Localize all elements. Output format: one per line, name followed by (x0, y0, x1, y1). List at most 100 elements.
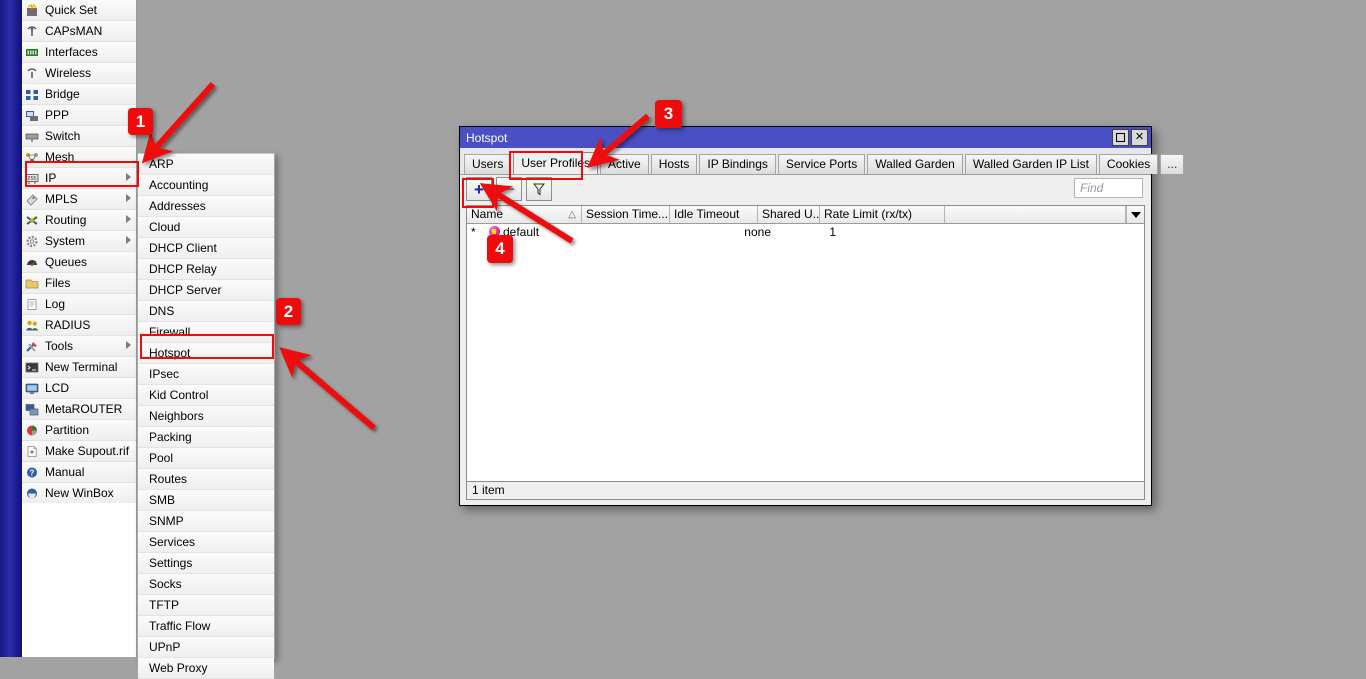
mesh-icon (25, 150, 41, 164)
menu-item-label: New WinBox (45, 486, 114, 500)
menu-item-interfaces[interactable]: Interfaces (22, 42, 136, 63)
tab-users[interactable]: Users (464, 154, 512, 174)
ip-submenu-item-pool[interactable]: Pool (138, 448, 274, 469)
column-header-shared-u[interactable]: Shared U... (758, 206, 820, 223)
menu-item-label: Log (45, 297, 66, 311)
menu-item-routing[interactable]: Routing (22, 210, 136, 231)
ip-submenu-item-firewall[interactable]: Firewall (138, 322, 274, 343)
menu-item-manual[interactable]: ? Manual (22, 462, 136, 483)
tab-active[interactable]: Active (600, 154, 649, 174)
menu-item-log[interactable]: Log (22, 294, 136, 315)
column-header-rate-limit-rx-tx[interactable]: Rate Limit (rx/tx) (820, 206, 945, 223)
lcd-monitor-icon (25, 381, 41, 395)
minus-icon (504, 188, 514, 190)
ip-submenu-item-services[interactable]: Services (138, 532, 274, 553)
menu-item-label: Bridge (45, 87, 80, 101)
column-header-session-time[interactable]: Session Time... (582, 206, 670, 223)
ip-submenu-item-routes[interactable]: Routes (138, 469, 274, 490)
hotspot-titlebar[interactable]: Hotspot ✕ (460, 127, 1151, 148)
make-supout-icon (25, 444, 41, 458)
ip-submenu-item-hotspot[interactable]: Hotspot (138, 343, 274, 364)
sort-ascending-icon: △ (568, 209, 576, 220)
ip-submenu-item-dns[interactable]: DNS (138, 301, 274, 322)
menu-item-label: CAPsMAN (45, 24, 103, 38)
ip-submenu-item-ipsec[interactable]: IPsec (138, 364, 274, 385)
ip-submenu-item-dhcp-relay[interactable]: DHCP Relay (138, 259, 274, 280)
ip-submenu-item-dhcp-client[interactable]: DHCP Client (138, 238, 274, 259)
ip-submenu-item-upnp[interactable]: UPnP (138, 637, 274, 658)
menu-item-new-winbox[interactable]: New WinBox (22, 483, 136, 504)
menu-item-system[interactable]: System (22, 231, 136, 252)
ip-submenu-item-packing[interactable]: Packing (138, 427, 274, 448)
ip-submenu-item-snmp[interactable]: SNMP (138, 511, 274, 532)
log-icon (25, 297, 41, 311)
menu-item-mpls[interactable]: MPLS (22, 189, 136, 210)
tab-service-ports[interactable]: Service Ports (777, 154, 866, 174)
add-profile-button[interactable]: + (466, 177, 492, 201)
switch-icon (25, 129, 41, 143)
ip-submenu-item-dhcp-server[interactable]: DHCP Server (138, 280, 274, 301)
column-header-idle-timeout[interactable]: Idle Timeout (670, 206, 758, 223)
bridge-icon (25, 87, 41, 101)
ip-submenu-item-traffic-flow[interactable]: Traffic Flow (138, 616, 274, 637)
tab-user-profiles[interactable]: User Profiles (513, 152, 599, 174)
tab-[interactable]: ... (1160, 154, 1185, 174)
menu-item-ppp[interactable]: PPP (22, 105, 136, 126)
filter-button[interactable] (526, 177, 552, 201)
find-input[interactable]: Find (1074, 178, 1143, 198)
tab-ip-bindings[interactable]: IP Bindings (699, 154, 776, 174)
menu-item-lcd[interactable]: LCD (22, 378, 136, 399)
menu-item-radius[interactable]: RADIUS (22, 315, 136, 336)
column-chooser-button[interactable] (1126, 206, 1144, 223)
menu-item-wireless[interactable]: Wireless (22, 63, 136, 84)
maximize-button[interactable] (1112, 129, 1129, 146)
ip-submenu-item-tftp[interactable]: TFTP (138, 595, 274, 616)
tab-walled-garden[interactable]: Walled Garden (867, 154, 963, 174)
ip-submenu-item-addresses[interactable]: Addresses (138, 196, 274, 217)
menu-item-label: Wireless (45, 66, 92, 80)
menu-item-mesh[interactable]: Mesh (22, 147, 136, 168)
column-header-name[interactable]: Name △ (467, 206, 582, 223)
menu-item-label: RADIUS (45, 318, 91, 332)
tab-cookies[interactable]: Cookies (1098, 154, 1159, 174)
ip-submenu-item-kid-control[interactable]: Kid Control (138, 385, 274, 406)
main-menu: Quick Set CAPsMAN Interfaces Wireless Bridge… (22, 0, 137, 525)
menu-item-new-terminal[interactable]: New Terminal (22, 357, 136, 378)
menu-item-switch[interactable]: Switch (22, 126, 136, 147)
menu-item-tools[interactable]: Tools (22, 336, 136, 357)
menu-item-make-supout-rif[interactable]: Make Supout.rif (22, 441, 136, 462)
ip-submenu-item-neighbors[interactable]: Neighbors (138, 406, 274, 427)
menu-item-label: PPP (45, 108, 70, 122)
ip-submenu-item-web-proxy[interactable]: Web Proxy (138, 658, 274, 679)
menu-item-label: Interfaces (45, 45, 98, 59)
menu-item-capsman[interactable]: CAPsMAN (22, 21, 136, 42)
menu-item-label: Partition (45, 423, 90, 437)
remove-profile-button[interactable] (496, 177, 522, 201)
ip-submenu-item-settings[interactable]: Settings (138, 553, 274, 574)
menu-item-queues[interactable]: Queues (22, 252, 136, 273)
menu-item-partition[interactable]: Partition (22, 420, 136, 441)
menu-item-files[interactable]: Files (22, 273, 136, 294)
menu-item-quick-set[interactable]: Quick Set (22, 0, 136, 21)
svg-text:255: 255 (27, 176, 36, 182)
system-gear-icon (25, 234, 41, 248)
ip-submenu-item-smb[interactable]: SMB (138, 490, 274, 511)
user-profiles-table: Name △ Session Time... Idle Timeout Shared U… (466, 205, 1145, 482)
table-column-headers: Name △ Session Time... Idle Timeout Shared U… (467, 206, 1144, 224)
ip-submenu-item-cloud[interactable]: Cloud (138, 217, 274, 238)
ip-submenu-item-accounting[interactable]: Accounting (138, 175, 274, 196)
table-row[interactable]: * default none 1 (467, 224, 1144, 240)
tab-hosts[interactable]: Hosts (650, 154, 698, 174)
hotspot-window-title: Hotspot (466, 130, 508, 145)
menu-item-bridge[interactable]: Bridge (22, 84, 136, 105)
close-button[interactable]: ✕ (1131, 129, 1148, 146)
tab-walled-garden-ip-list[interactable]: Walled Garden IP List (964, 154, 1097, 174)
menu-item-label: Mesh (45, 150, 75, 164)
ip-submenu-item-socks[interactable]: Socks (138, 574, 274, 595)
cell-rate-limit (840, 224, 968, 240)
submenu-arrow-icon (126, 194, 131, 202)
menu-item-label: MetaROUTER (45, 402, 123, 416)
menu-item-ip[interactable]: 255 IP (22, 168, 136, 189)
ip-submenu-item-arp[interactable]: ARP (138, 154, 274, 175)
menu-item-metarouter[interactable]: MetaROUTER (22, 399, 136, 420)
